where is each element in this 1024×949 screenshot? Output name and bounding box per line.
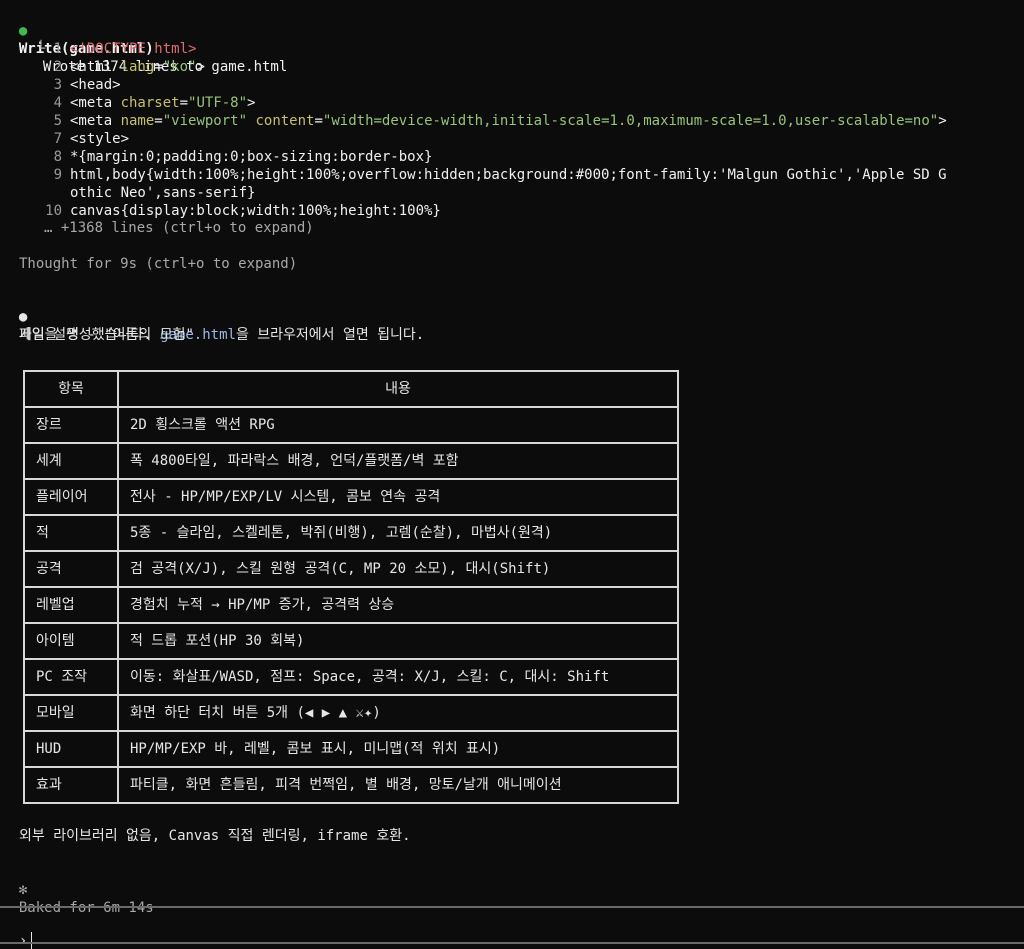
row-value: 전사 - HP/MP/EXP/LV 시스템, 콤보 연속 공격 — [117, 478, 679, 516]
row-key: 모바일 — [23, 694, 119, 732]
row-key: HUD — [23, 730, 119, 768]
code-token: charset — [120, 95, 180, 111]
code-line: 8 *{margin:0;padding:0;box-sizing:border-… — [0, 148, 433, 166]
message-suffix: 을 브라우저에서 열면 됩니다. — [235, 327, 425, 343]
code-token: = — [179, 95, 189, 111]
row-value: 2D 횡스크롤 액션 RPG — [117, 406, 679, 444]
row-value: 적 드롭 포션(HP 30 회복) — [117, 622, 679, 660]
row-key: PC 조작 — [23, 658, 119, 696]
line-number: 4 — [53, 95, 62, 111]
code-token: *{margin:0;padding:0;box-sizing:border-b… — [70, 149, 433, 165]
code-token: html,body{width:100%;height:100%;overflo… — [70, 167, 947, 183]
prompt-chevron-icon: › — [18, 933, 28, 949]
code-token: > — [938, 113, 947, 129]
code-token: <meta — [70, 113, 121, 129]
asterisk-icon: ✻ — [18, 882, 28, 898]
code-token: <meta — [70, 95, 121, 111]
code-line: 2 <html lang="ko"> — [0, 58, 205, 76]
line-number: 8 — [53, 149, 62, 165]
code-line: 9 html,body{width:100%;height:100%;overfl… — [0, 166, 947, 184]
line-number: 7 — [53, 131, 62, 147]
code-line: othic Neo',sans-serif} — [0, 184, 255, 202]
header-cell-item: 항목 — [23, 370, 119, 408]
line-number: 9 — [53, 167, 62, 183]
code-token: name — [120, 113, 155, 129]
code-token: <style> — [70, 131, 130, 147]
code-token: = — [154, 59, 163, 75]
input-bottom-divider — [0, 942, 1024, 944]
row-value: 경험치 누적 → HP/MP 증가, 공격력 상승 — [117, 586, 679, 624]
row-value: HP/MP/EXP 바, 레벨, 콤보 표시, 미니맵(적 위치 표시) — [117, 730, 679, 768]
game-info-table: 항목 내용 장르 2D 횡스크롤 액션 RPG 세계 폭 4800타일, 파라락스 배… — [23, 370, 679, 804]
code-token: = — [314, 113, 323, 129]
expand-hint[interactable]: … +1368 lines (ctrl+o to expand) — [44, 219, 314, 237]
table-row: 모바일 화면 하단 터치 버튼 5개 (◀ ▶ ▲ ⚔✦) — [23, 694, 679, 732]
line-number: 10 — [45, 203, 62, 219]
code-token: "UTF-8" — [188, 95, 248, 111]
row-key: 적 — [23, 514, 119, 552]
code-line: 3 <head> — [0, 76, 121, 94]
input-top-divider — [0, 906, 1024, 908]
code-line: 1 <!DOCTYPE html> — [0, 40, 197, 58]
table-row: 공격 검 공격(X/J), 스킬 원형 공격(C, MP 20 소모), 대시(S… — [23, 550, 679, 588]
code-token: = — [154, 113, 163, 129]
table-row: 세계 폭 4800타일, 파라락스 배경, 언덕/플랫폼/벽 포함 — [23, 442, 679, 480]
row-key: 아이템 — [23, 622, 119, 660]
row-value: 검 공격(X/J), 스킬 원형 공격(C, MP 20 소모), 대시(Shi… — [117, 550, 679, 588]
code-line: 4 <meta charset="UTF-8"> — [0, 94, 256, 112]
code-token: lang — [120, 59, 155, 75]
code-line: 10 canvas{display:block;width:100%;height… — [0, 202, 441, 220]
header-cell-content: 내용 — [117, 370, 679, 408]
table-header-row: 항목 내용 — [23, 370, 679, 408]
table-row: 레벨업 경험치 누적 → HP/MP 증가, 공격력 상승 — [23, 586, 679, 624]
code-token: > — [188, 41, 197, 57]
text-cursor — [31, 932, 33, 949]
table-row: 효과 파티클, 화면 흔들림, 피격 번쩍임, 별 배경, 망토/날개 애니메이션 — [23, 766, 679, 804]
row-value: 폭 4800타일, 파라락스 배경, 언덕/플랫폼/벽 포함 — [117, 442, 679, 480]
row-value: 화면 하단 터치 버튼 5개 (◀ ▶ ▲ ⚔✦) — [117, 694, 679, 732]
row-key: 플레이어 — [23, 478, 119, 516]
row-key: 레벨업 — [23, 586, 119, 624]
table-row: 장르 2D 횡스크롤 액션 RPG — [23, 406, 679, 444]
code-token: "viewport" — [162, 113, 248, 129]
code-token: <!DOCTYPE — [70, 41, 155, 57]
code-token: content — [255, 113, 315, 129]
row-key: 효과 — [23, 766, 119, 804]
code-token: > — [247, 95, 256, 111]
status-line: ✻ Baked for 6m 14s — [2, 863, 154, 917]
status-text: Baked for 6m 14s — [18, 900, 154, 916]
table-row: 플레이어 전사 - HP/MP/EXP/LV 시스템, 콤보 연속 공격 — [23, 478, 679, 516]
row-value: 이동: 화살표/WASD, 점프: Space, 공격: X/J, 스킬: C,… — [117, 658, 679, 696]
code-token: "ko" — [162, 59, 197, 75]
row-value: 5종 - 슬라임, 스켈레톤, 박쥐(비행), 고렘(순찰), 마법사(원격) — [117, 514, 679, 552]
line-number: 3 — [53, 77, 62, 93]
code-token: <head> — [70, 77, 121, 93]
table-row: PC 조작 이동: 화살표/WASD, 점프: Space, 공격: X/J, 스… — [23, 658, 679, 696]
row-key: 장르 — [23, 406, 119, 444]
code-token: > — [196, 59, 205, 75]
table-row: HUD HP/MP/EXP 바, 레벨, 콤보 표시, 미니맵(적 위치 표시) — [23, 730, 679, 768]
table-row: 아이템 적 드롭 포션(HP 30 회복) — [23, 622, 679, 660]
table-row: 적 5종 - 슬라임, 스켈레톤, 박쥐(비행), 고렘(순찰), 마법사(원격) — [23, 514, 679, 552]
footer-note: 외부 라이브러리 없음, Canvas 직접 렌더링, iframe 호환. — [19, 828, 411, 844]
code-token: html — [154, 41, 189, 57]
code-line: 5 <meta name="viewport" content="width=de… — [0, 112, 947, 130]
message-dot-icon: ● — [18, 309, 28, 325]
row-value: 파티클, 화면 흔들림, 피격 번쩍임, 별 배경, 망토/날개 애니메이션 — [117, 766, 679, 804]
section-title: 게임 설명 - "어둠의 모험" — [19, 327, 194, 343]
thought-line[interactable]: Thought for 9s (ctrl+o to expand) — [19, 255, 297, 273]
code-token: othic Neo',sans-serif} — [70, 185, 256, 201]
row-key: 공격 — [23, 550, 119, 588]
line-number: 2 — [53, 59, 62, 75]
code-line: 7 <style> — [0, 130, 129, 148]
row-key: 세계 — [23, 442, 119, 480]
code-token: canvas{display:block;width:100%;height:1… — [70, 203, 441, 219]
line-number: 5 — [53, 113, 62, 129]
code-token: "width=device-width,initial-scale=1.0,ma… — [322, 113, 939, 129]
code-token: <html — [70, 59, 121, 75]
line-number: 1 — [53, 41, 62, 57]
